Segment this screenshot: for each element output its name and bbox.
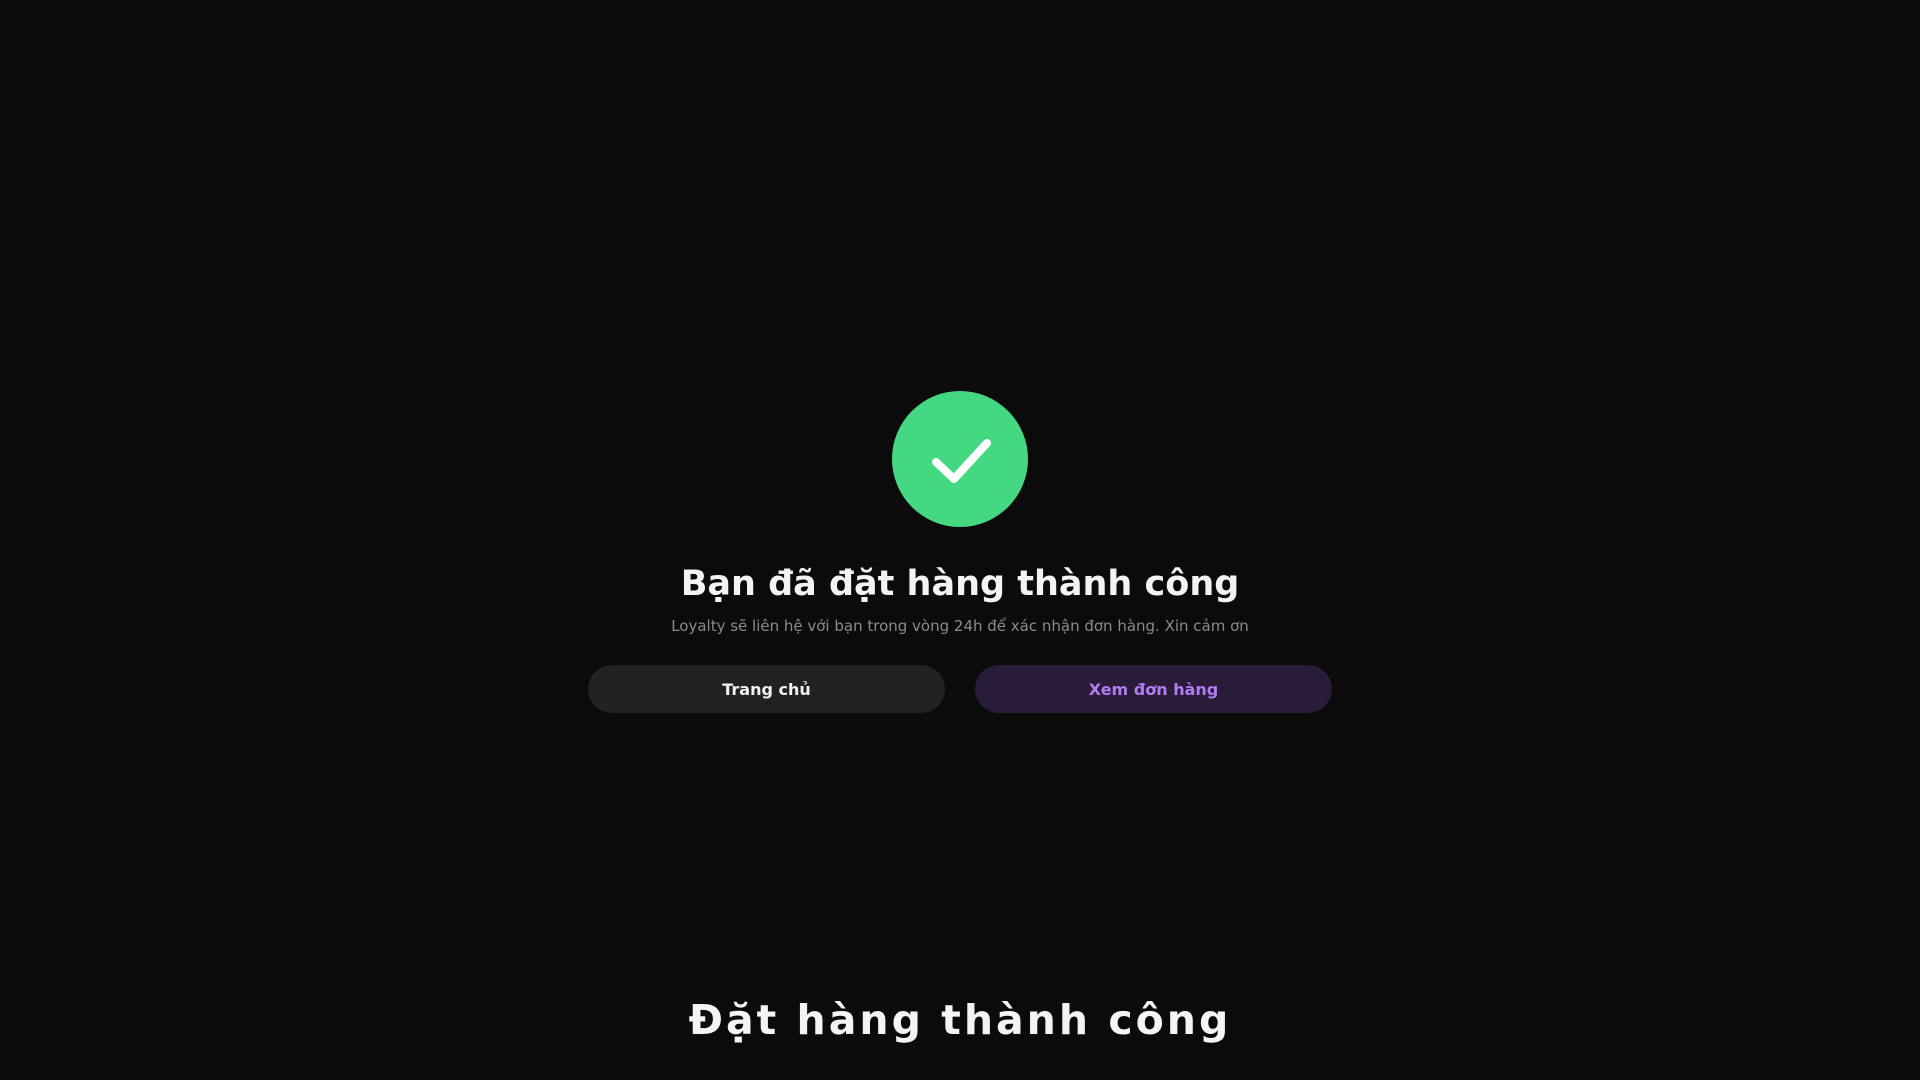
check-icon (932, 439, 991, 483)
success-check-badge (892, 391, 1028, 527)
success-headline: Bạn đã đặt hàng thành công (680, 564, 1240, 604)
home-button[interactable]: Trang chủ (588, 665, 945, 713)
order-success-page: Bạn đã đặt hàng thành công Loyalty sẽ li… (0, 0, 1920, 1080)
success-panel: Bạn đã đặt hàng thành công Loyalty sẽ li… (0, 391, 1920, 713)
view-orders-button[interactable]: Xem đơn hàng (975, 665, 1332, 713)
action-buttons: Trang chủ Xem đơn hàng (588, 665, 1332, 713)
page-title: Đặt hàng thành công (688, 996, 1232, 1044)
success-message: Loyalty sẽ liên hệ với bạn trong vòng 24… (671, 617, 1249, 635)
